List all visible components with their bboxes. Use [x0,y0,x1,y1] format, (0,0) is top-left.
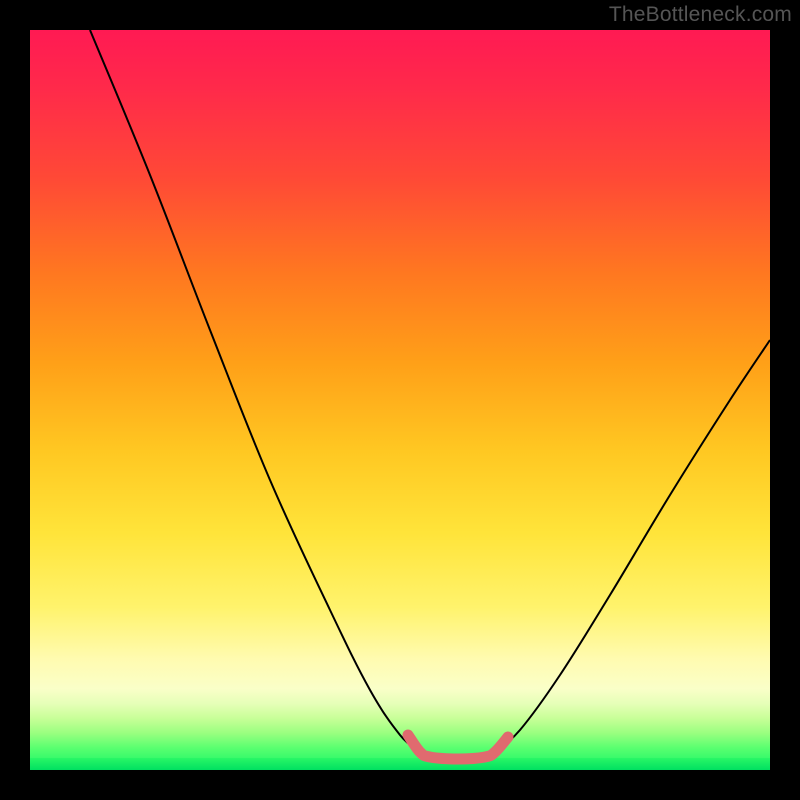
plot-area [30,30,770,770]
watermark-text: TheBottleneck.com [609,3,792,27]
series-valley-highlight [408,735,508,759]
curve-layer [30,30,770,770]
series-right-branch [495,340,770,752]
series-left-branch [90,30,420,752]
chart-frame: TheBottleneck.com [0,0,800,800]
